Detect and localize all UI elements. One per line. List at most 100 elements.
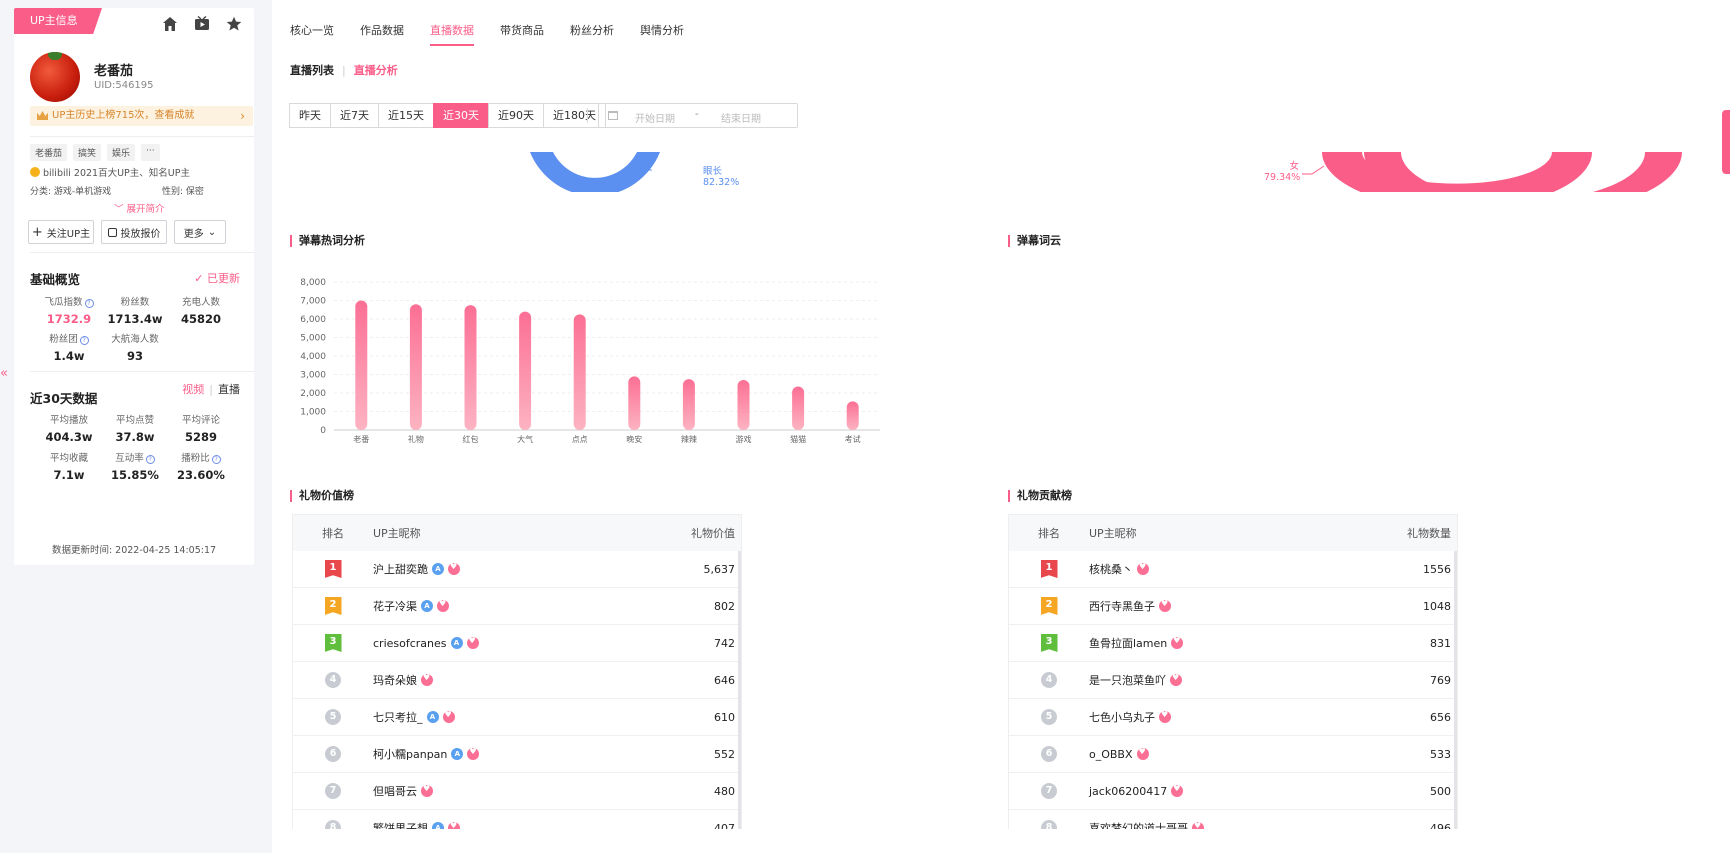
table-row[interactable]: 5 七色小乌丸子 656 (1009, 699, 1457, 736)
gift-contrib-title: 礼物贡献榜 (1008, 490, 1072, 502)
help-icon[interactable]: ? (211, 455, 221, 464)
start-date-input[interactable]: 开始日期 (635, 110, 675, 125)
table-row[interactable]: 4 玛奇朵娘 646 (293, 662, 741, 699)
stat-charge: 充电人数 45820 (166, 294, 236, 326)
tab-opinion[interactable]: 舆情分析 (640, 22, 684, 46)
follow-up-button[interactable]: + 关注UP主 (28, 220, 94, 244)
user-name[interactable]: 喜欢梦幻的道士哥哥 (1089, 820, 1188, 829)
rank-badge: 4 (325, 672, 341, 688)
table-row[interactable]: 2 西行寺黑鱼子 1048 (1009, 588, 1457, 625)
tab-live-data[interactable]: 直播数据 (430, 22, 474, 46)
user-name[interactable]: 玛奇朵娘 (373, 672, 417, 688)
fan-badge-icon (1171, 784, 1184, 797)
stat-feigua-index: 飞瓜指数? 1732.9 (34, 294, 104, 326)
x-tick-label: 红包 (463, 434, 479, 444)
date-range-buttons: 昨天 近7天 近15天 近30天 近90天 近180天 (289, 103, 606, 128)
gift-value: 533 (1430, 747, 1451, 761)
tab-fans[interactable]: 粉丝分析 (570, 22, 614, 46)
table-row[interactable]: 8 繁饼果子想 A 407 (293, 810, 741, 829)
gift-value: 610 (714, 710, 735, 724)
ad-price-button[interactable]: 投放报价 (101, 220, 167, 244)
subtab-live-list[interactable]: 直播列表 (290, 62, 334, 78)
table-row[interactable]: 8 喜欢梦幻的道士哥哥 496 (1009, 810, 1457, 829)
gift-value: 407 (714, 821, 735, 830)
user-name[interactable]: 花子冷渠 (373, 598, 417, 614)
bar (355, 300, 368, 430)
user-name[interactable]: jack06200417 (1089, 785, 1167, 798)
table-scrollbar[interactable] (738, 551, 741, 829)
data-update-time: 数据更新时间: 2022-04-25 14:05:17 (51, 545, 217, 556)
expand-intro-link[interactable]: ﹀ 展开简介 (114, 201, 165, 215)
danmaku-hot-bar-chart: 0 1,000 2,000 3,000 4,000 5,000 6,000 7,000 8,00… (300, 278, 880, 444)
table-row[interactable]: 4 是一只泡菜鱼吖 769 (1009, 662, 1457, 699)
switch-live[interactable]: 直播 (218, 383, 240, 396)
table-row[interactable]: 7 jack06200417 500 (1009, 773, 1457, 810)
user-name[interactable]: 柯小糯panpan (373, 746, 447, 762)
table-row[interactable]: 6 o_OBBX 533 (1009, 736, 1457, 773)
stat-value: 45820 (180, 312, 221, 326)
bar (846, 401, 859, 430)
fan-badge-icon (466, 636, 479, 649)
level-badge-icon: A (432, 563, 444, 575)
rank-history-banner[interactable]: UP主历史上榜715次，查看成就 › (30, 106, 253, 126)
tab-works[interactable]: 作品数据 (360, 22, 404, 46)
range-90d[interactable]: 近90天 (488, 103, 544, 128)
bar (628, 376, 641, 430)
up-tag: 老番茄 (30, 144, 68, 161)
subtab-live-analysis[interactable]: 直播分析 (354, 62, 398, 78)
up-tag-more[interactable]: ··· (141, 144, 160, 161)
danmaku-hot-title: 弹幕热词分析 (290, 235, 365, 247)
user-name[interactable]: 是一只泡菜鱼吖 (1089, 672, 1166, 688)
home-icon[interactable] (162, 16, 178, 32)
help-icon[interactable]: ? (84, 299, 94, 308)
stat-label: 充电人数 (181, 297, 220, 308)
collapse-sidebar-icon[interactable]: « (0, 366, 8, 381)
table-row[interactable]: 1 核桃桑丶 1556 (1009, 551, 1457, 588)
user-name[interactable]: 西行寺黑鱼子 (1089, 598, 1155, 614)
x-tick-label: 老番 (353, 434, 369, 444)
table-row[interactable]: 2 花子冷渠 A 802 (293, 588, 741, 625)
user-name[interactable]: o_OBBX (1089, 748, 1133, 761)
table-row[interactable]: 3 鱼骨拉面lamen 831 (1009, 625, 1457, 662)
user-name[interactable]: 七色小乌丸子 (1089, 709, 1155, 725)
user-name[interactable]: 繁饼果子想 (373, 820, 428, 829)
star-icon[interactable] (226, 16, 242, 32)
help-icon[interactable]: ? (145, 455, 155, 464)
end-date-input[interactable]: 结束日期 (721, 110, 761, 125)
user-name[interactable]: 沪上甜奕跪 (373, 561, 428, 577)
range-7d[interactable]: 近7天 (330, 103, 379, 128)
gift-value-table: 排名 UP主昵称 礼物价值 1 沪上甜奕跪 A 5,637 2 花子冷渠 A 802 3 criesof… (292, 514, 742, 829)
x-tick-label: 辣辣 (681, 434, 697, 444)
side-drawer-tab[interactable] (1722, 110, 1730, 174)
more-button[interactable]: 更多 ⌄ (174, 220, 226, 244)
x-tick-label: 大气 (517, 434, 533, 444)
table-scrollbar[interactable] (1454, 551, 1457, 829)
rank-badge: 8 (325, 820, 341, 829)
table-row[interactable]: 3 criesofcranesA 742 (293, 625, 741, 662)
fan-badge-icon (421, 673, 433, 686)
user-name[interactable]: 鱼骨拉面lamen (1089, 635, 1167, 651)
video-icon[interactable] (194, 15, 210, 32)
updated-text: 已更新 (207, 272, 240, 285)
table-row[interactable]: 5 七只考拉_A 610 (293, 699, 741, 736)
range-30d[interactable]: 近30天 (433, 103, 489, 128)
date-range-picker[interactable]: 开始日期 - 结束日期 (598, 103, 798, 128)
user-name[interactable]: criesofcranes (373, 637, 447, 650)
range-15d[interactable]: 近15天 (378, 103, 434, 128)
user-name[interactable]: 但唱哥云 (373, 783, 417, 799)
range-180d[interactable]: 近180天 (543, 103, 606, 128)
switch-video[interactable]: 视频 (182, 383, 204, 396)
gift-value: 769 (1430, 673, 1451, 687)
table-row[interactable]: 7 但唱哥云 480 (293, 773, 741, 810)
tab-goods[interactable]: 带货商品 (500, 22, 544, 46)
help-icon[interactable]: ? (79, 336, 89, 345)
bar (464, 305, 477, 430)
table-row[interactable]: 6 柯小糯panpan A 552 (293, 736, 741, 773)
user-name[interactable]: 七只考拉_ (373, 709, 423, 725)
user-name[interactable]: 核桃桑丶 (1089, 561, 1133, 577)
stat-avg-fav: 平均收藏 7.1w (34, 450, 104, 482)
table-row[interactable]: 1 沪上甜奕跪 A 5,637 (293, 551, 741, 588)
tab-core[interactable]: 核心一览 (290, 22, 334, 46)
donut-right-label: 女 79.34% (1264, 161, 1301, 183)
range-yesterday[interactable]: 昨天 (289, 103, 331, 128)
